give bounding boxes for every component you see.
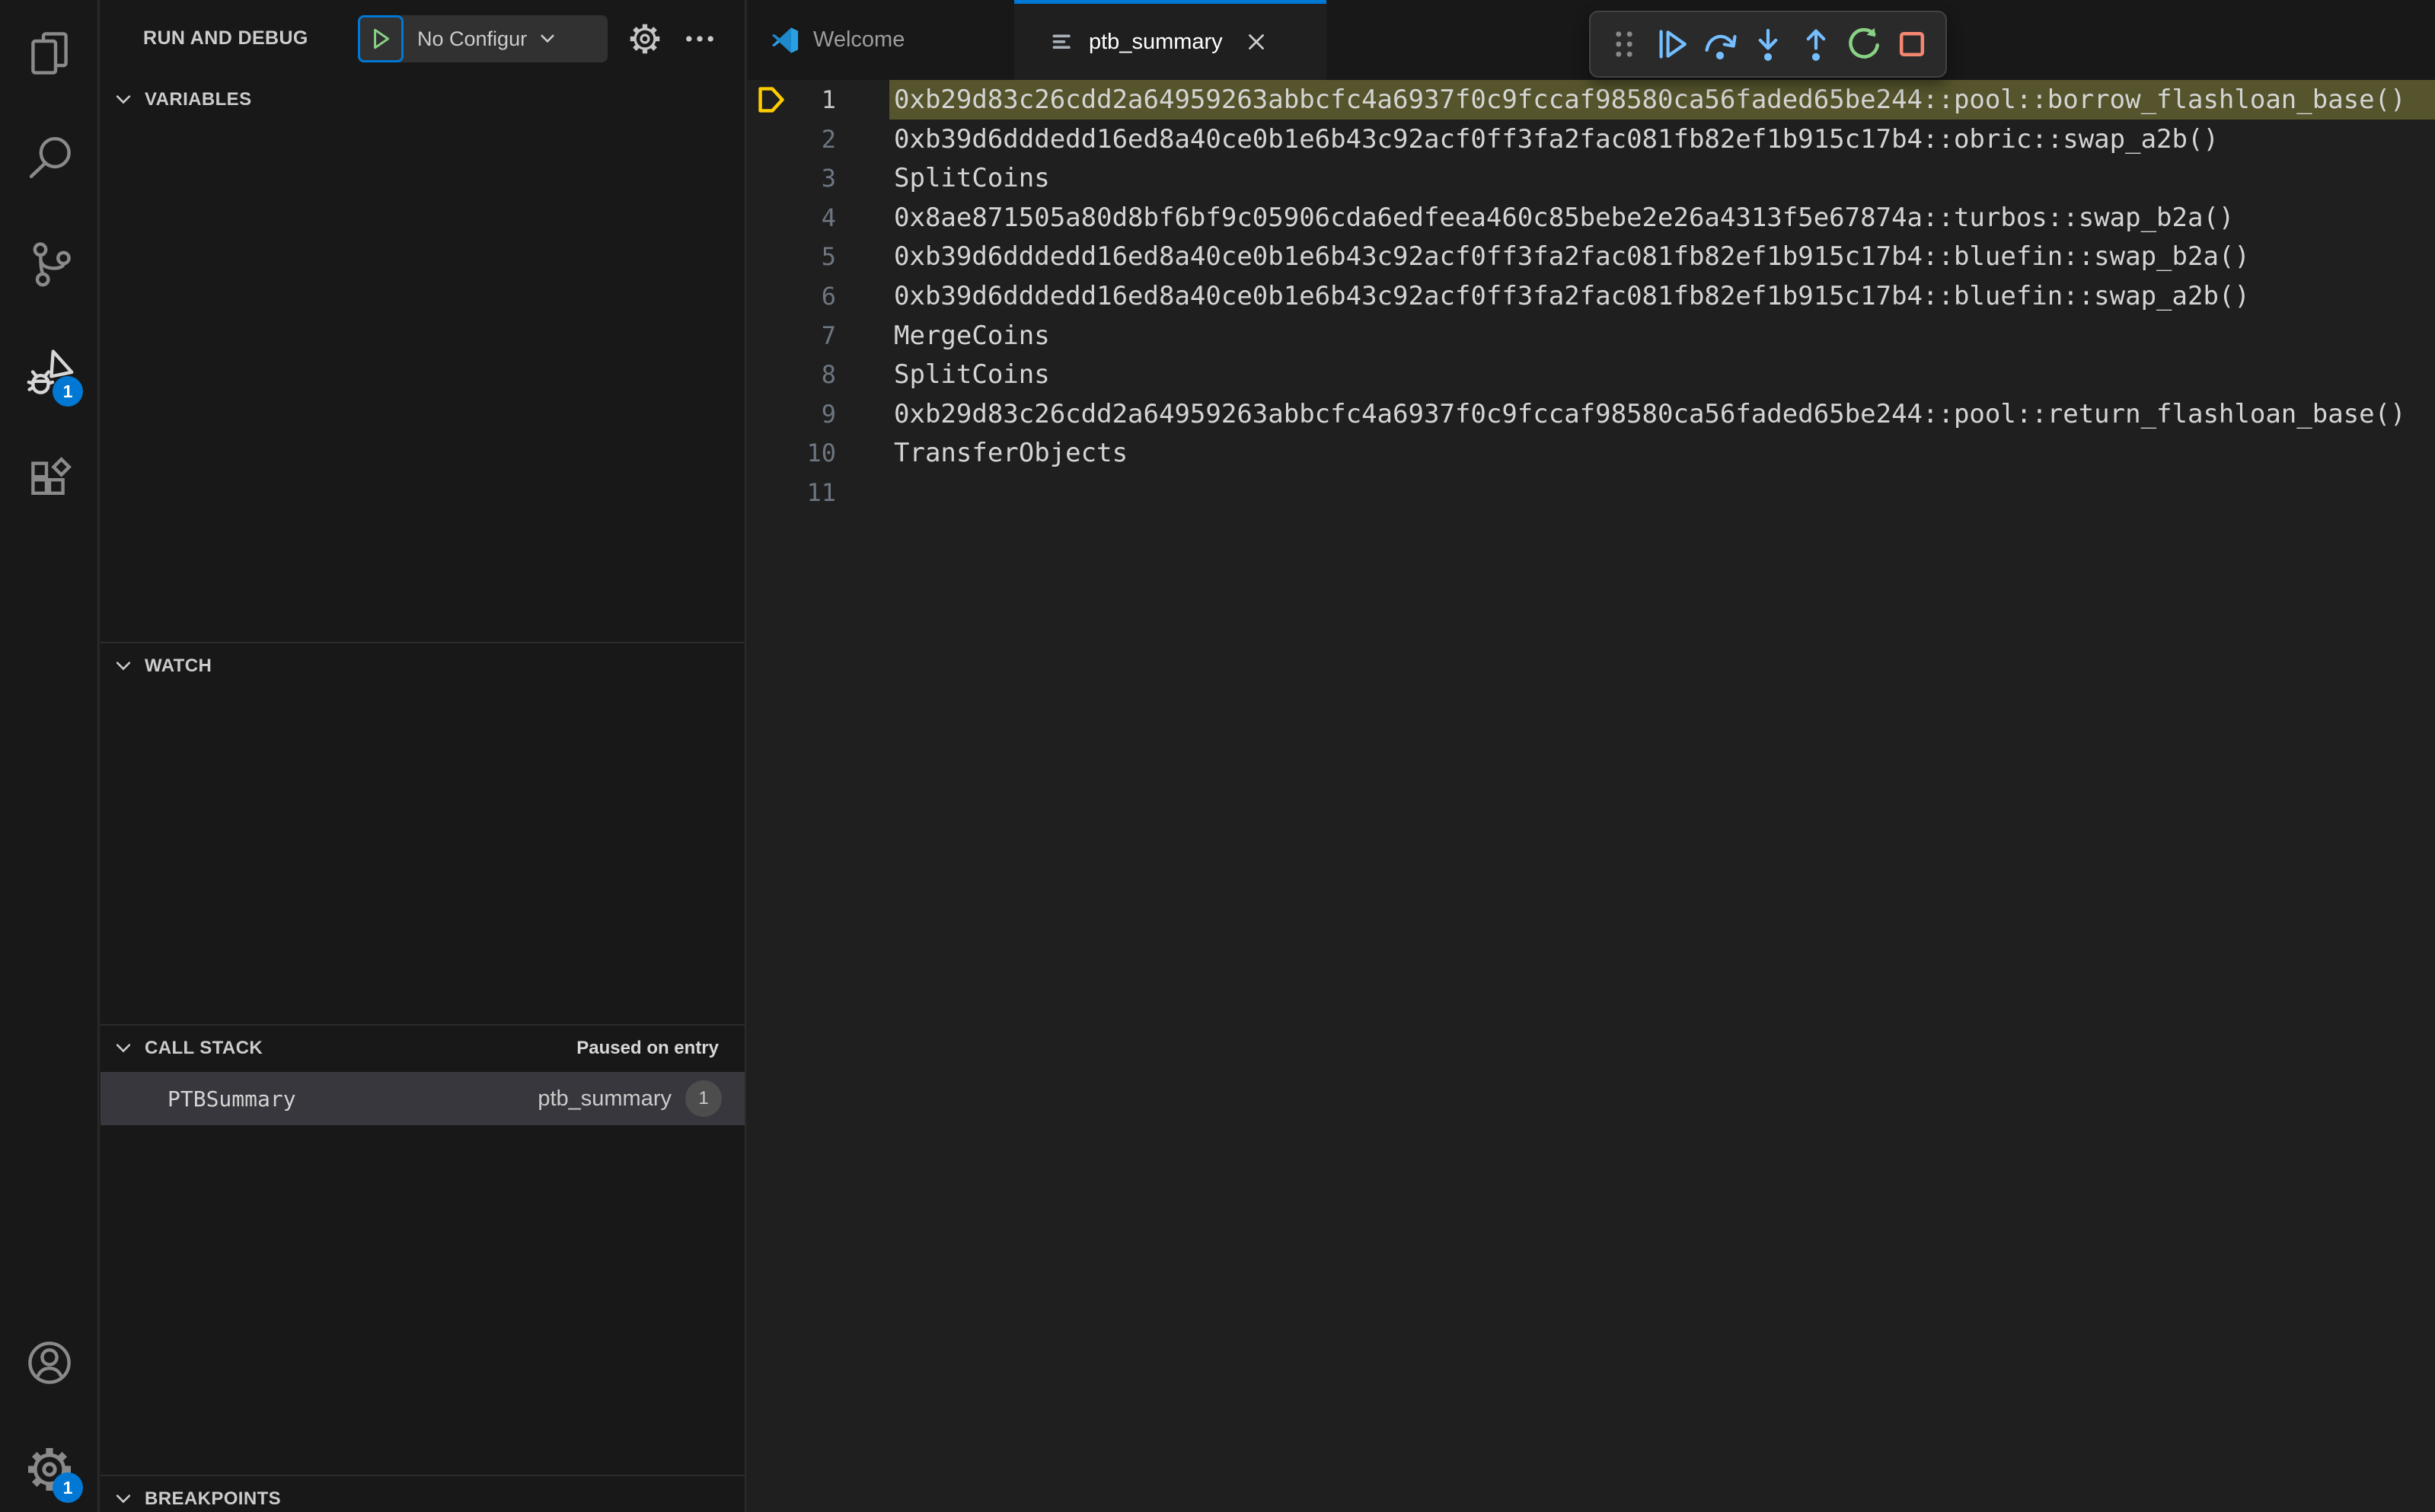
continue-button[interactable] xyxy=(1652,23,1693,65)
line-number[interactable]: 11 xyxy=(790,473,836,512)
activity-item-settings[interactable]: 1 xyxy=(24,1443,83,1503)
code-text: 0xb39d6dddedd16ed8a40ce0b1e6b43c92acf0ff… xyxy=(894,241,2250,273)
account-icon xyxy=(28,1341,71,1384)
code-text: SplitCoins xyxy=(894,359,1050,391)
config-dropdown-label: No Configur xyxy=(417,27,528,50)
code-line[interactable]: 5 0xb39d6dddedd16ed8a40ce0b1e6b43c92acf0f… xyxy=(748,237,2435,276)
gear-icon xyxy=(630,24,660,54)
code-line[interactable]: 7 MergeCoins xyxy=(748,316,2435,356)
code-text: SplitCoins xyxy=(894,163,1050,194)
step-over-icon xyxy=(1705,34,1737,60)
step-into-icon xyxy=(1758,28,1778,61)
step-into-button[interactable] xyxy=(1748,23,1789,65)
activity-bar: 1 1 xyxy=(0,0,99,1512)
step-out-button[interactable] xyxy=(1795,23,1836,65)
git-branch-icon xyxy=(33,242,71,287)
files-icon xyxy=(31,32,68,75)
settings-badge: 1 xyxy=(53,1472,83,1503)
debug-settings-button[interactable] xyxy=(627,21,662,56)
section-header-watch[interactable]: WATCH xyxy=(101,642,745,689)
run-play-icon xyxy=(374,28,390,49)
debug-current-line-arrow xyxy=(754,84,789,116)
chevron-down-icon xyxy=(538,29,557,49)
debug-config-dropdown[interactable]: No Configur xyxy=(358,15,608,62)
run-and-debug-sidebar: RUN AND DEBUG No Configur VARIABLES WATC… xyxy=(101,0,746,1512)
stop-button[interactable] xyxy=(1891,23,1932,65)
editor-area: Welcome ptb_summary 1 0xb29d83c26cdd2a64… xyxy=(748,0,2435,1512)
debug-toolbar xyxy=(1589,11,1947,78)
debug-badge: 1 xyxy=(53,376,83,407)
chevron-down-icon xyxy=(113,1038,134,1059)
drag-gripper-icon xyxy=(1616,31,1633,57)
stack-frame-name: PTBSummary xyxy=(168,1086,296,1112)
line-number[interactable]: 3 xyxy=(790,158,836,198)
line-number[interactable]: 10 xyxy=(790,433,836,473)
code-text: 0xb39d6dddedd16ed8a40ce0b1e6b43c92acf0ff… xyxy=(894,123,2219,155)
activity-item-explorer[interactable] xyxy=(24,27,75,79)
line-number[interactable]: 8 xyxy=(790,355,836,394)
code-line[interactable]: 11 xyxy=(748,473,2435,512)
code-line[interactable]: 8 SplitCoins xyxy=(748,355,2435,394)
line-number[interactable]: 6 xyxy=(790,276,836,316)
call-stack-status: Paused on entry xyxy=(576,1038,719,1058)
section-header-call-stack[interactable]: CALL STACK Paused on entry xyxy=(101,1024,745,1071)
line-number[interactable]: 7 xyxy=(790,316,836,356)
search-icon xyxy=(29,137,71,178)
code-text: 0xb39d6dddedd16ed8a40ce0b1e6b43c92acf0ff… xyxy=(894,281,2250,311)
activity-item-account[interactable] xyxy=(24,1337,75,1389)
code-line[interactable]: 1 0xb29d83c26cdd2a64959263abbcfc4a6937f0c… xyxy=(748,80,2435,120)
start-debug-button[interactable] xyxy=(358,15,404,62)
more-actions-icon xyxy=(686,36,713,42)
watch-body xyxy=(101,689,745,1024)
line-number[interactable]: 1 xyxy=(790,80,836,120)
line-number[interactable]: 5 xyxy=(790,237,836,276)
chevron-down-icon xyxy=(113,1488,134,1510)
step-over-button[interactable] xyxy=(1700,23,1741,65)
code-line[interactable]: 10 TransferObjects xyxy=(748,433,2435,473)
code-line[interactable]: 9 0xb29d83c26cdd2a64959263abbcfc4a6937f0c… xyxy=(748,394,2435,434)
restart-button[interactable] xyxy=(1843,23,1884,65)
code-line[interactable]: 4 0x8ae871505a80d8bf6bf9c05906cda6edfeea4… xyxy=(748,198,2435,238)
section-header-variables[interactable]: VARIABLES xyxy=(101,76,745,123)
sidebar-header: RUN AND DEBUG No Configur xyxy=(101,0,745,76)
activity-item-run-and-debug[interactable]: 1 xyxy=(24,347,83,407)
chevron-down-icon xyxy=(113,89,134,110)
code-line[interactable]: 6 0xb39d6dddedd16ed8a40ce0b1e6b43c92acf0f… xyxy=(748,276,2435,316)
activity-item-extensions[interactable] xyxy=(24,451,75,503)
section-header-breakpoints[interactable]: BREAKPOINTS xyxy=(101,1475,745,1512)
code-text: 0xb29d83c26cdd2a64959263abbcfc4a6937f0c9… xyxy=(894,85,2406,115)
call-stack-frame[interactable]: PTBSummary ptb_summary 1 xyxy=(101,1072,745,1125)
code-line[interactable]: 3 SplitCoins xyxy=(748,158,2435,198)
line-number[interactable]: 4 xyxy=(790,198,836,238)
step-out-icon xyxy=(1806,29,1826,61)
toolbar-drag-handle[interactable] xyxy=(1604,23,1645,65)
chevron-down-icon xyxy=(113,656,134,677)
code-area[interactable]: 1 0xb29d83c26cdd2a64959263abbcfc4a6937f0c… xyxy=(748,0,2435,1512)
restart-icon xyxy=(1848,27,1879,59)
continue-icon xyxy=(1659,30,1687,59)
variables-body xyxy=(101,123,745,642)
stack-frame-badge: 1 xyxy=(685,1080,722,1117)
sidebar-title: RUN AND DEBUG xyxy=(143,27,308,49)
code-text: 0x8ae871505a80d8bf6bf9c05906cda6edfeea46… xyxy=(894,202,2235,233)
stack-frame-file: ptb_summary xyxy=(538,1086,672,1111)
more-actions-button[interactable] xyxy=(682,21,717,56)
code-text: MergeCoins xyxy=(894,320,1050,351)
vscode-window: 1 1 RUN AND DEBUG No Configur VARIABLES … xyxy=(0,0,2435,1512)
activity-item-source-control[interactable] xyxy=(24,238,75,290)
stop-icon xyxy=(1899,31,1924,57)
code-text: 0xb29d83c26cdd2a64959263abbcfc4a6937f0c9… xyxy=(894,398,2406,429)
line-number[interactable]: 2 xyxy=(790,120,836,159)
extensions-icon xyxy=(31,457,72,496)
activity-item-search[interactable] xyxy=(24,132,75,183)
code-text: TransferObjects xyxy=(894,438,1128,469)
line-number[interactable]: 9 xyxy=(790,394,836,434)
code-line[interactable]: 2 0xb39d6dddedd16ed8a40ce0b1e6b43c92acf0f… xyxy=(748,120,2435,159)
